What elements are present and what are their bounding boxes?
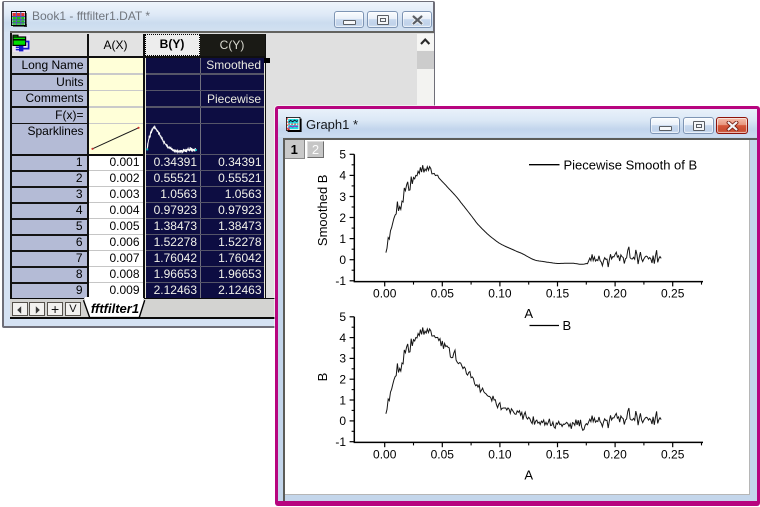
svg-text:0: 0 — [339, 253, 346, 267]
svg-text:0.00: 0.00 — [373, 287, 397, 301]
svg-text:0.10: 0.10 — [488, 287, 512, 301]
svg-text:2: 2 — [339, 211, 346, 225]
svg-text:3: 3 — [339, 352, 346, 366]
svg-text:0.20: 0.20 — [603, 447, 627, 461]
svg-text:-1: -1 — [335, 274, 346, 288]
svg-text:5: 5 — [339, 310, 346, 324]
svg-text:2: 2 — [339, 373, 346, 387]
svg-text:A: A — [524, 306, 533, 321]
svg-text:0.15: 0.15 — [546, 447, 570, 461]
svg-text:Smoothed B: Smoothed B — [315, 175, 330, 247]
svg-text:0.05: 0.05 — [431, 447, 455, 461]
svg-text:0.20: 0.20 — [603, 287, 627, 301]
svg-text:0.25: 0.25 — [661, 447, 685, 461]
svg-text:0: 0 — [339, 414, 346, 428]
svg-text:-1: -1 — [335, 435, 346, 449]
svg-text:0.15: 0.15 — [546, 287, 570, 301]
svg-text:4: 4 — [339, 169, 346, 183]
svg-text:0.10: 0.10 — [488, 447, 512, 461]
svg-text:1: 1 — [339, 393, 346, 407]
svg-text:B: B — [563, 318, 572, 333]
svg-text:4: 4 — [339, 331, 346, 345]
svg-text:Piecewise Smooth of B: Piecewise Smooth of B — [564, 157, 698, 172]
svg-text:B: B — [315, 373, 330, 382]
svg-text:5: 5 — [339, 148, 346, 162]
svg-text:1: 1 — [339, 232, 346, 246]
svg-text:0.00: 0.00 — [373, 447, 397, 461]
svg-text:A: A — [524, 468, 533, 483]
svg-text:0.05: 0.05 — [431, 287, 455, 301]
svg-text:3: 3 — [339, 190, 346, 204]
svg-text:0.25: 0.25 — [661, 287, 685, 301]
